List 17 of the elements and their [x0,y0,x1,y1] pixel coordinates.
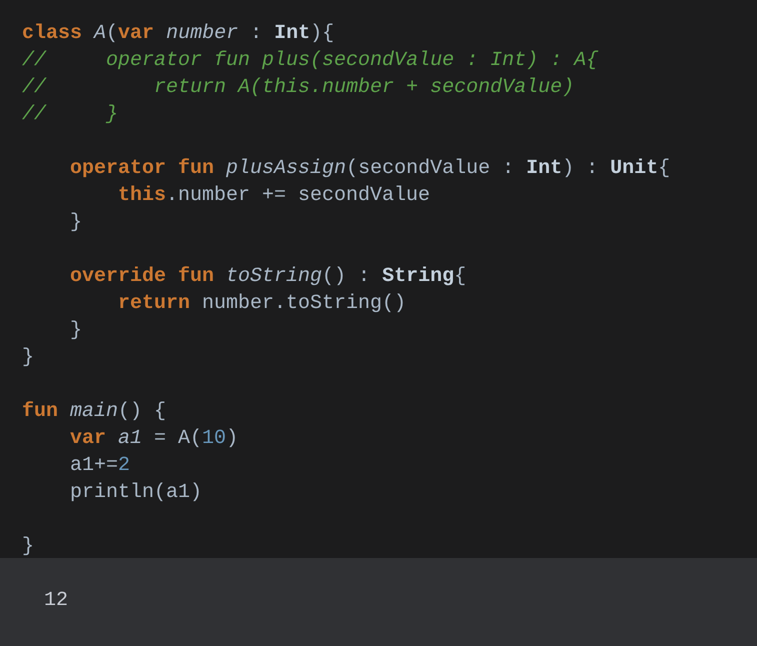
code-line: // return A(this.number + secondValue) [22,76,574,99]
code-line: } [70,211,82,234]
code-line: a1+=2 [70,454,130,477]
code-line: this.number += secondValue [118,184,430,207]
code-line: override fun toString() : String{ [70,265,466,288]
code-line: } [70,319,82,342]
code-line: class A(var number : Int){ [22,22,334,45]
code-line: return number.toString() [118,292,406,315]
code-line: } [22,346,34,369]
code-line: // operator fun plus(secondValue : Int) : A{ [22,49,598,72]
code-line: println(a1) [70,481,202,504]
code-line: fun main() { [22,400,166,423]
code-line: operator fun plusAssign(secondValue : Int) : Unit{ [70,157,670,180]
code-line: // } [22,103,118,126]
output-text: 12 [44,589,68,612]
code-line: var a1 = A(10) [70,427,238,450]
code-line: } [22,535,34,558]
